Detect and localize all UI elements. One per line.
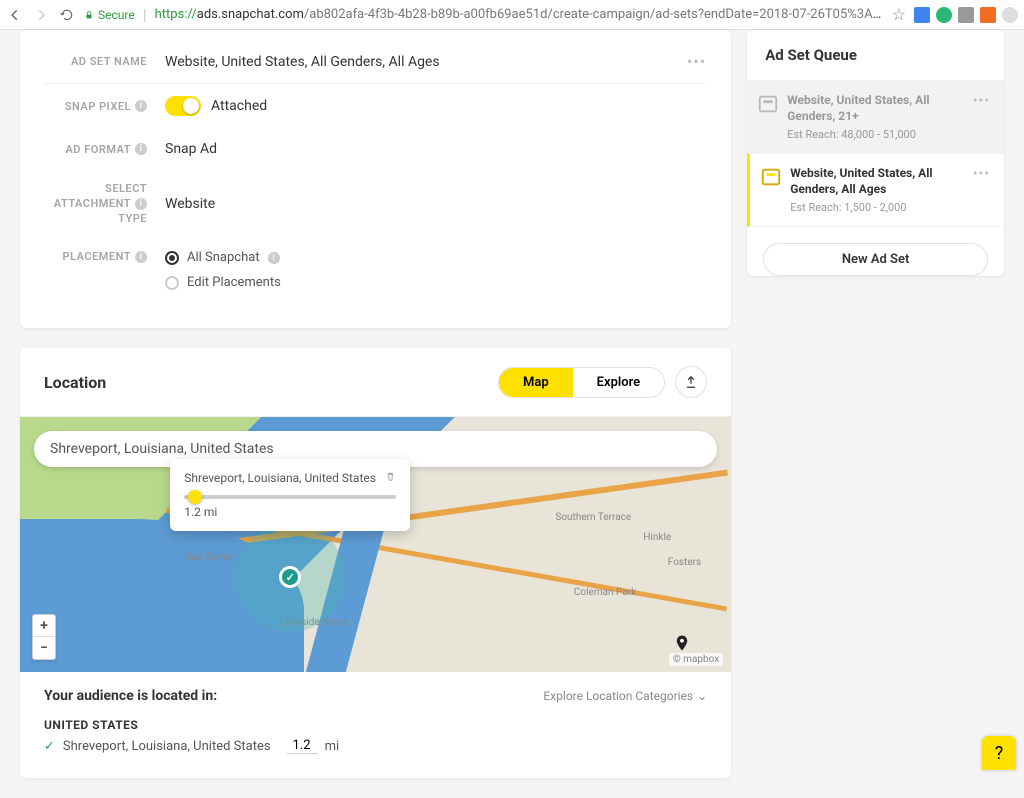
audience-country: UNITED STATES bbox=[44, 718, 707, 732]
audience-radius-input[interactable] bbox=[287, 738, 317, 754]
info-icon[interactable]: i bbox=[135, 143, 147, 155]
map-label: Southern Terrace bbox=[555, 512, 631, 523]
star-icon[interactable]: ☆ bbox=[892, 5, 906, 24]
queue-item-reach: Est Reach: 48,000 - 51,000 bbox=[787, 128, 990, 141]
row-ad-format: AD FORMAT i Snap Ad bbox=[45, 129, 706, 170]
zoom-out-button[interactable]: − bbox=[33, 637, 55, 659]
location-title: Location bbox=[44, 373, 106, 392]
row-placement: PLACEMENT i All Snapchat i Edit Placemen… bbox=[45, 238, 706, 303]
ext-icon-3[interactable] bbox=[958, 7, 974, 23]
map[interactable]: Pine Hill Estates North Lakeside Acres G… bbox=[20, 417, 731, 672]
new-ad-set-button[interactable]: New Ad Set bbox=[763, 243, 988, 276]
map-label: Coleman Park bbox=[574, 587, 636, 598]
row-snap-pixel: SNAP PIXEL i Attached bbox=[45, 84, 706, 129]
help-button[interactable]: ? bbox=[982, 736, 1016, 770]
info-icon[interactable]: i bbox=[135, 251, 147, 263]
tab-explore[interactable]: Explore bbox=[573, 368, 665, 397]
reload-button[interactable] bbox=[58, 6, 76, 24]
queue-item-title: Website, United States, All Genders, 21+ bbox=[787, 93, 973, 124]
map-attribution: © mapbox bbox=[669, 653, 723, 666]
radius-location-name: Shreveport, Louisiana, United States bbox=[184, 471, 376, 485]
check-icon: ✓ bbox=[44, 739, 55, 754]
browser-toolbar: Secure | https://ads.snapchat.com/ab802a… bbox=[0, 0, 1024, 30]
queue-item-0[interactable]: Website, United States, All Genders, 21+… bbox=[747, 81, 1004, 154]
delete-location-icon[interactable] bbox=[385, 471, 396, 485]
radio-all-snapchat[interactable] bbox=[165, 251, 179, 265]
more-icon[interactable]: ••• bbox=[973, 166, 990, 182]
ad-set-icon bbox=[760, 166, 782, 188]
tab-map[interactable]: Map bbox=[499, 368, 573, 397]
audience-section: Your audience is located in: Explore Loc… bbox=[20, 672, 731, 778]
info-icon[interactable]: i bbox=[135, 100, 147, 112]
marker-icon[interactable] bbox=[673, 634, 691, 652]
info-icon[interactable]: i bbox=[268, 252, 280, 264]
audience-location-text: Shreveport, Louisiana, United States bbox=[63, 739, 271, 754]
queue-item-reach: Est Reach: 1,500 - 2,000 bbox=[790, 201, 990, 214]
radio-label-edit: Edit Placements bbox=[187, 275, 281, 290]
audience-radius-unit: mi bbox=[325, 739, 340, 754]
radius-popover: Shreveport, Louisiana, United States 1.2… bbox=[170, 459, 410, 531]
upload-button[interactable] bbox=[675, 366, 707, 398]
label-placement: PLACEMENT bbox=[63, 250, 131, 263]
radio-label-all: All Snapchat bbox=[187, 250, 260, 265]
ext-icon-1[interactable] bbox=[914, 7, 930, 23]
snap-pixel-status: Attached bbox=[211, 98, 267, 114]
ad-set-icon bbox=[757, 93, 779, 115]
ext-icon-5[interactable] bbox=[1002, 7, 1018, 23]
location-pin-icon bbox=[279, 566, 301, 588]
snap-pixel-toggle[interactable] bbox=[165, 96, 201, 116]
info-icon[interactable]: i bbox=[135, 198, 147, 210]
zoom-controls: + − bbox=[32, 614, 56, 660]
queue-item-title: Website, United States, All Genders, All… bbox=[790, 166, 973, 197]
help-icon: ? bbox=[995, 743, 1004, 764]
ad-set-form: AD SET NAME Website, United States, All … bbox=[20, 30, 731, 328]
queue-item-1[interactable]: Website, United States, All Genders, All… bbox=[747, 154, 1004, 227]
ad-format-value: Snap Ad bbox=[165, 141, 706, 157]
queue-title: Ad Set Queue bbox=[747, 30, 1004, 81]
radius-slider[interactable] bbox=[184, 495, 396, 499]
zoom-in-button[interactable]: + bbox=[33, 615, 55, 637]
label-snap-pixel: SNAP PIXEL bbox=[65, 100, 131, 113]
secure-badge: Secure bbox=[84, 8, 135, 22]
radio-edit-placements[interactable] bbox=[165, 276, 179, 290]
label-ad-set-name: AD SET NAME bbox=[71, 55, 147, 68]
url-bar[interactable]: https://ads.snapchat.com/ab802afa-4f3b-4… bbox=[155, 7, 884, 22]
radius-value: 1.2 mi bbox=[184, 505, 396, 519]
map-label: Fosters bbox=[668, 557, 701, 568]
audience-title: Your audience is located in: bbox=[44, 688, 217, 704]
location-card: Location Map Explore Pine Hill Estates N… bbox=[20, 348, 731, 778]
ad-set-queue: Ad Set Queue Website, United States, All… bbox=[747, 30, 1004, 276]
label-ad-format: AD FORMAT bbox=[65, 143, 131, 156]
slider-thumb[interactable] bbox=[188, 490, 202, 504]
secure-label: Secure bbox=[98, 8, 135, 22]
more-icon[interactable]: ••• bbox=[973, 93, 990, 109]
url-divider: | bbox=[143, 5, 147, 24]
ext-icon-4[interactable] bbox=[980, 7, 996, 23]
back-button[interactable] bbox=[6, 6, 24, 24]
radius-circle bbox=[235, 522, 345, 632]
ext-icon-2[interactable] bbox=[936, 7, 952, 23]
ad-set-name-value[interactable]: Website, United States, All Genders, All… bbox=[165, 54, 687, 70]
map-label: Gas Center bbox=[185, 552, 234, 563]
explore-categories-link[interactable]: Explore Location Categories ⌄ bbox=[543, 689, 707, 703]
row-attachment: SELECT ATTACHMENTi TYPE Website bbox=[45, 170, 706, 238]
forward-button[interactable] bbox=[32, 6, 50, 24]
chevron-down-icon: ⌄ bbox=[697, 689, 707, 703]
extension-icons bbox=[914, 7, 1018, 23]
map-explore-tabs: Map Explore bbox=[498, 367, 665, 398]
audience-location-row: ✓ Shreveport, Louisiana, United States m… bbox=[44, 738, 707, 754]
upload-icon bbox=[684, 375, 698, 389]
lock-icon bbox=[84, 10, 94, 20]
more-icon[interactable]: ••• bbox=[687, 52, 706, 71]
map-label: Hinkle bbox=[643, 532, 671, 543]
attachment-value: Website bbox=[165, 196, 706, 212]
row-ad-set-name: AD SET NAME Website, United States, All … bbox=[45, 40, 706, 84]
